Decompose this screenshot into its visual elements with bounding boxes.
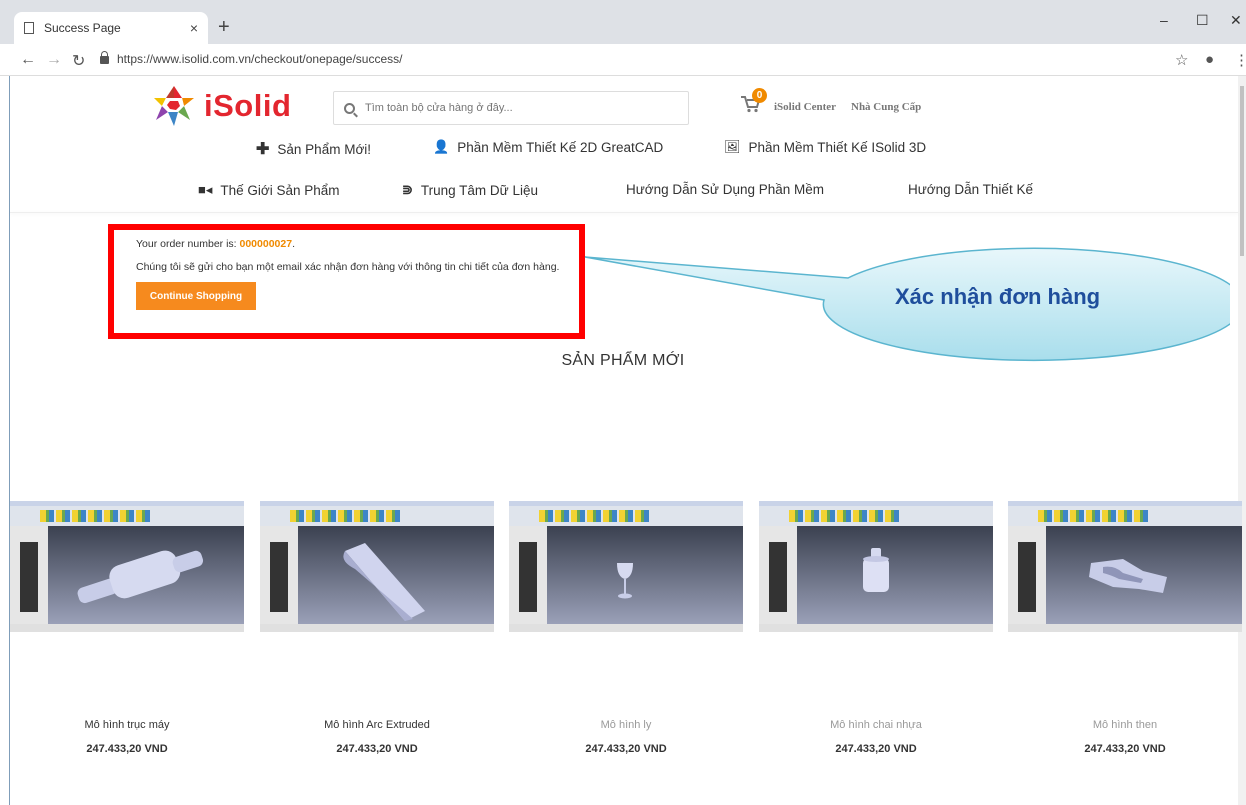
close-window-button[interactable]: ✕ [1230,12,1242,29]
isolid-center-link[interactable]: iSolid Center [774,101,836,113]
supplier-link[interactable]: Nhà Cung Cấp [851,101,921,113]
product-image[interactable] [1008,501,1242,632]
logo-text: iSolid [204,88,292,123]
menu-software-guide[interactable]: Hướng Dẫn Sử Dụng Phần Mềm [626,182,824,197]
arc-extruded-model-icon [343,543,425,621]
product-card[interactable]: Mô hình chai nhựa 247.433,20 VND [759,501,993,755]
product-price: 247.433,20 VND [835,743,917,755]
key-model-icon [1089,559,1167,593]
menu-label: Sản Phẩm Mới! [277,141,372,157]
product-image[interactable] [509,501,743,632]
minimize-button[interactable]: – [1160,12,1168,28]
product-name[interactable]: Mô hình chai nhựa [759,719,993,731]
section-title: SẢN PHẨM MỚI [561,352,685,369]
product-image[interactable] [759,501,993,632]
menu-label: Hướng Dẫn Sử Dụng Phần Mềm [626,182,825,197]
rss-icon: ⋑ [402,182,413,197]
scrollbar-thumb[interactable] [1240,86,1244,256]
search-input[interactable] [365,102,665,114]
plus-icon: ✚ [256,141,270,158]
tab-title: Success Page [44,21,121,35]
plastic-bottle-model-icon [863,548,889,592]
user-icon: 👤 [433,139,450,154]
profile-icon[interactable]: ● [1205,51,1214,68]
menu-label: Hướng Dẫn Thiết Kế [908,182,1033,197]
browser-tab-bar: Success Page × + – ☐ ✕ [0,0,1246,44]
menu-label: Phần Mềm Thiết Kế ISolid 3D [748,139,927,155]
url-field[interactable]: https://www.isolid.com.vn/checkout/onepa… [100,51,403,66]
bookmark-star-icon[interactable]: ☆ [1175,51,1188,69]
order-label: Your order number is: [136,238,240,250]
back-arrow-icon[interactable]: ← [20,51,36,69]
menu-product-world[interactable]: ■◂ Thế Giới Sản Phẩm [198,182,340,198]
product-price: 247.433,20 VND [585,743,667,755]
site-logo[interactable]: iSolid [152,84,291,128]
product-card[interactable]: Mô hình trục máy 247.433,20 VND [10,501,244,755]
product-card[interactable]: Mô hình ly 247.433,20 VND [509,501,743,755]
email-confirmation-text: Chúng tôi sẽ gửi cho bạn một email xác n… [136,261,560,273]
order-suffix: . [292,238,295,250]
product-name[interactable]: Mô hình Arc Extruded [260,719,494,731]
close-tab-icon[interactable]: × [190,20,198,36]
menu-design-guide[interactable]: Hướng Dẫn Thiết Kế [908,182,1033,197]
cart-button[interactable]: 0 [740,88,767,118]
menu-label: Thế Giới Sản Phẩm [220,182,340,198]
address-bar: ← → ↻ https://www.isolid.com.vn/checkout… [0,44,1246,76]
order-number[interactable]: 000000027 [240,238,293,250]
product-image[interactable] [260,501,494,632]
menu-dots-icon[interactable]: ⋮ [1234,51,1246,69]
header-divider [10,212,1238,213]
product-name[interactable]: Mô hình ly [509,719,743,731]
menu-isolid-3d[interactable]: 🖼 Phần Mềm Thiết Kế ISolid 3D [724,139,926,155]
url-text: https://www.isolid.com.vn/checkout/onepa… [117,52,403,66]
page-icon [24,22,34,34]
logo-mark-icon [154,86,194,126]
product-price: 247.433,20 VND [1084,743,1166,755]
video-camera-icon: ■◂ [198,182,213,197]
product-card[interactable]: Mô hình then 247.433,20 VND [1008,501,1242,755]
product-card[interactable]: Mô hình Arc Extruded 247.433,20 VND [260,501,494,755]
menu-label: Phần Mềm Thiết Kế 2D GreatCAD [457,139,664,155]
glass-model-icon [617,563,633,599]
shaft-model-icon [77,550,204,604]
menu-greatcad[interactable]: 👤 Phần Mềm Thiết Kế 2D GreatCAD [433,139,663,155]
cart-count-badge: 0 [752,88,767,103]
maximize-button[interactable]: ☐ [1196,12,1209,29]
new-tab-button[interactable]: + [218,17,230,37]
product-price: 247.433,20 VND [336,743,418,755]
image-icon: 🖼 [724,139,741,154]
reload-icon[interactable]: ↻ [72,51,85,71]
search-box[interactable] [333,91,689,125]
product-name[interactable]: Mô hình trục máy [10,719,244,731]
product-name[interactable]: Mô hình then [1008,719,1242,731]
browser-tab[interactable]: Success Page × [14,12,208,44]
lock-icon [100,51,109,64]
menu-label: Trung Tâm Dữ Liệu [420,182,538,198]
menu-new-products[interactable]: ✚ Sản Phẩm Mới! [256,139,371,159]
continue-shopping-button[interactable]: Continue Shopping [136,282,256,310]
callout-text: Xác nhận đơn hàng [895,284,1101,309]
forward-arrow-icon[interactable]: → [46,51,62,69]
menu-data-center[interactable]: ⋑ Trung Tâm Dữ Liệu [402,182,538,198]
search-icon [344,102,355,114]
product-image[interactable] [10,501,244,632]
order-number-line: Your order number is: 000000027. [136,238,295,250]
product-price: 247.433,20 VND [86,743,168,755]
